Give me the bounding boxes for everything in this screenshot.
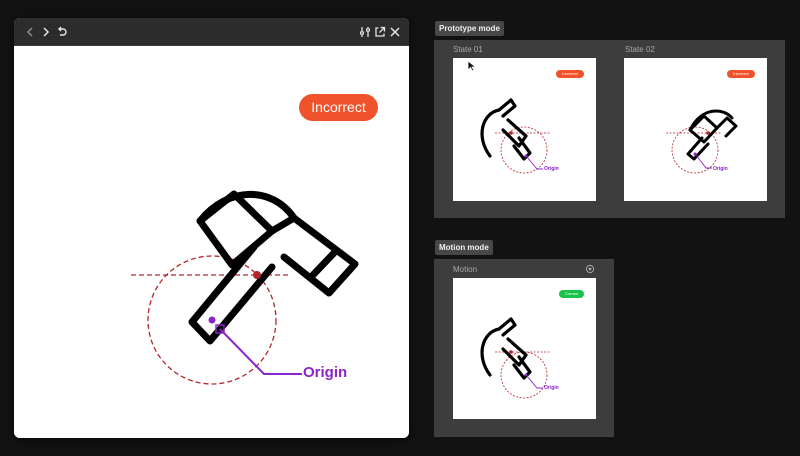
close-icon[interactable] bbox=[387, 18, 403, 45]
chevron-right-icon[interactable] bbox=[38, 18, 54, 45]
hammer-diagram bbox=[131, 190, 359, 385]
adjust-icon[interactable] bbox=[357, 18, 373, 45]
hammer-thumbnail bbox=[480, 317, 551, 399]
hammer-icon bbox=[686, 109, 738, 161]
hammer-icon bbox=[480, 98, 532, 161]
state-01-label: State 01 bbox=[453, 45, 483, 54]
state-01-frame[interactable]: Incorrect Origin bbox=[453, 58, 596, 201]
undo-icon[interactable] bbox=[54, 18, 70, 45]
prototype-preview-window: Incorrect Origin bbox=[14, 18, 409, 438]
origin-label: Origin bbox=[303, 364, 348, 381]
motion-panel: Motion Correct Origin bbox=[434, 259, 614, 437]
origin-label: Origin bbox=[544, 385, 559, 391]
target-icon[interactable] bbox=[585, 264, 595, 274]
preview-toolbar bbox=[14, 18, 409, 46]
origin-label: Origin bbox=[544, 166, 559, 172]
hammer-icon bbox=[480, 317, 532, 380]
hammer-thumbnail bbox=[480, 98, 551, 174]
pivot-point bbox=[253, 271, 261, 279]
prototype-mode-tag: Prototype mode bbox=[435, 21, 504, 36]
preview-canvas: Incorrect Origin bbox=[14, 46, 409, 438]
state-02-label: State 02 bbox=[625, 45, 655, 54]
state-02-frame[interactable]: Incorrect Origin bbox=[624, 58, 767, 201]
motion-mode-tag: Motion mode bbox=[435, 240, 493, 255]
hammer-icon bbox=[188, 190, 359, 345]
cursor-icon bbox=[467, 60, 477, 72]
origin-leader-line bbox=[219, 328, 302, 375]
motion-label: Motion bbox=[453, 265, 478, 274]
origin-point bbox=[208, 316, 216, 324]
open-external-icon[interactable] bbox=[372, 18, 388, 45]
hammer-thumbnail bbox=[666, 109, 738, 174]
motion-frame[interactable]: Correct Origin bbox=[453, 278, 596, 419]
origin-label: Origin bbox=[713, 166, 728, 172]
chevron-left-icon[interactable] bbox=[22, 18, 38, 45]
prototype-panel: State 01 State 02 Incorrect Origin Incor… bbox=[434, 40, 785, 218]
